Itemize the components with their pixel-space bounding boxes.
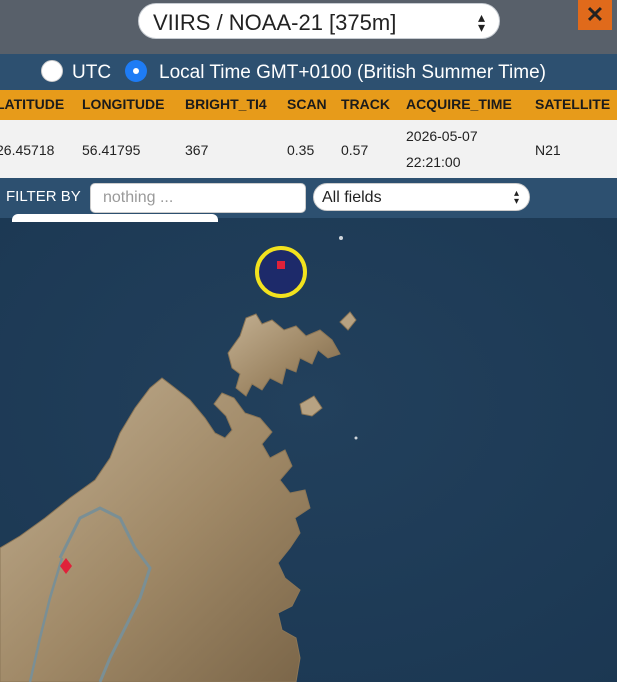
cell-latitude: 26.45718 bbox=[0, 142, 55, 158]
utc-label[interactable]: UTC bbox=[72, 62, 111, 84]
selected-fire-marker bbox=[277, 261, 285, 269]
field-select[interactable]: All fields ▴ ▾ bbox=[313, 183, 530, 211]
dataset-select[interactable]: VIIRS / NOAA-21 [375m] ▴ ▾ bbox=[138, 3, 500, 39]
column-header-longitude[interactable]: LONGITUDE bbox=[82, 96, 164, 112]
filter-row: FILTER BY All fields ▴▾ bbox=[0, 178, 617, 218]
cell-satellite: N21 bbox=[535, 142, 561, 158]
local-time-label[interactable]: Local Time GMT+0100 (British Summer Time… bbox=[159, 62, 546, 84]
column-header-latitude[interactable]: LATITUDE bbox=[0, 96, 64, 112]
cell-track: 0.57 bbox=[341, 142, 369, 158]
column-header-bright-ti4[interactable]: BRIGHT_TI4 bbox=[185, 96, 267, 112]
field-select-value: All fields bbox=[322, 189, 382, 206]
dataset-select-value: VIIRS / NOAA-21 [375m] bbox=[153, 10, 397, 35]
chevron-up-down-icon: ▴ ▾ bbox=[513, 188, 519, 207]
top-bar: VIIRS / NOAA-21 [375m] ▴ ▾ ✕ bbox=[0, 0, 617, 54]
column-header-scan[interactable]: SCAN bbox=[287, 96, 327, 112]
close-button[interactable]: ✕ bbox=[578, 0, 612, 30]
cell-bright-ti4: 367 bbox=[185, 142, 209, 158]
cell-acquire-time: 22:21:00 bbox=[406, 154, 461, 170]
local-time-radio[interactable] bbox=[125, 60, 147, 82]
cell-acquire-date: 2026-05-07 bbox=[406, 128, 478, 144]
column-header-track[interactable]: TRACK bbox=[341, 96, 390, 112]
table-row[interactable]: 26.45718 56.41795 367 0.35 0.57 2026-05-… bbox=[0, 120, 617, 178]
map-canvas bbox=[0, 218, 617, 682]
time-options: UTC Local Time GMT+0100 (British Summer … bbox=[0, 54, 617, 90]
filter-input[interactable] bbox=[90, 183, 306, 213]
chevron-up-down-icon: ▴ ▾ bbox=[477, 9, 485, 35]
utc-radio[interactable] bbox=[41, 60, 63, 82]
cell-longitude: 56.41795 bbox=[82, 142, 141, 158]
filter-label: FILTER BY bbox=[6, 188, 81, 205]
cell-scan: 0.35 bbox=[287, 142, 315, 158]
close-icon: ✕ bbox=[585, 2, 605, 27]
column-header-satellite[interactable]: SATELLITE bbox=[535, 96, 610, 112]
selected-detection-ring bbox=[255, 246, 307, 298]
table-header: LATITUDE LONGITUDE BRIGHT_TI4 SCAN TRACK… bbox=[0, 90, 617, 120]
column-header-acquire-time[interactable]: ACQUIRE_TIME bbox=[406, 96, 512, 112]
satellite-map[interactable] bbox=[0, 218, 617, 682]
panel-tab bbox=[12, 214, 218, 222]
